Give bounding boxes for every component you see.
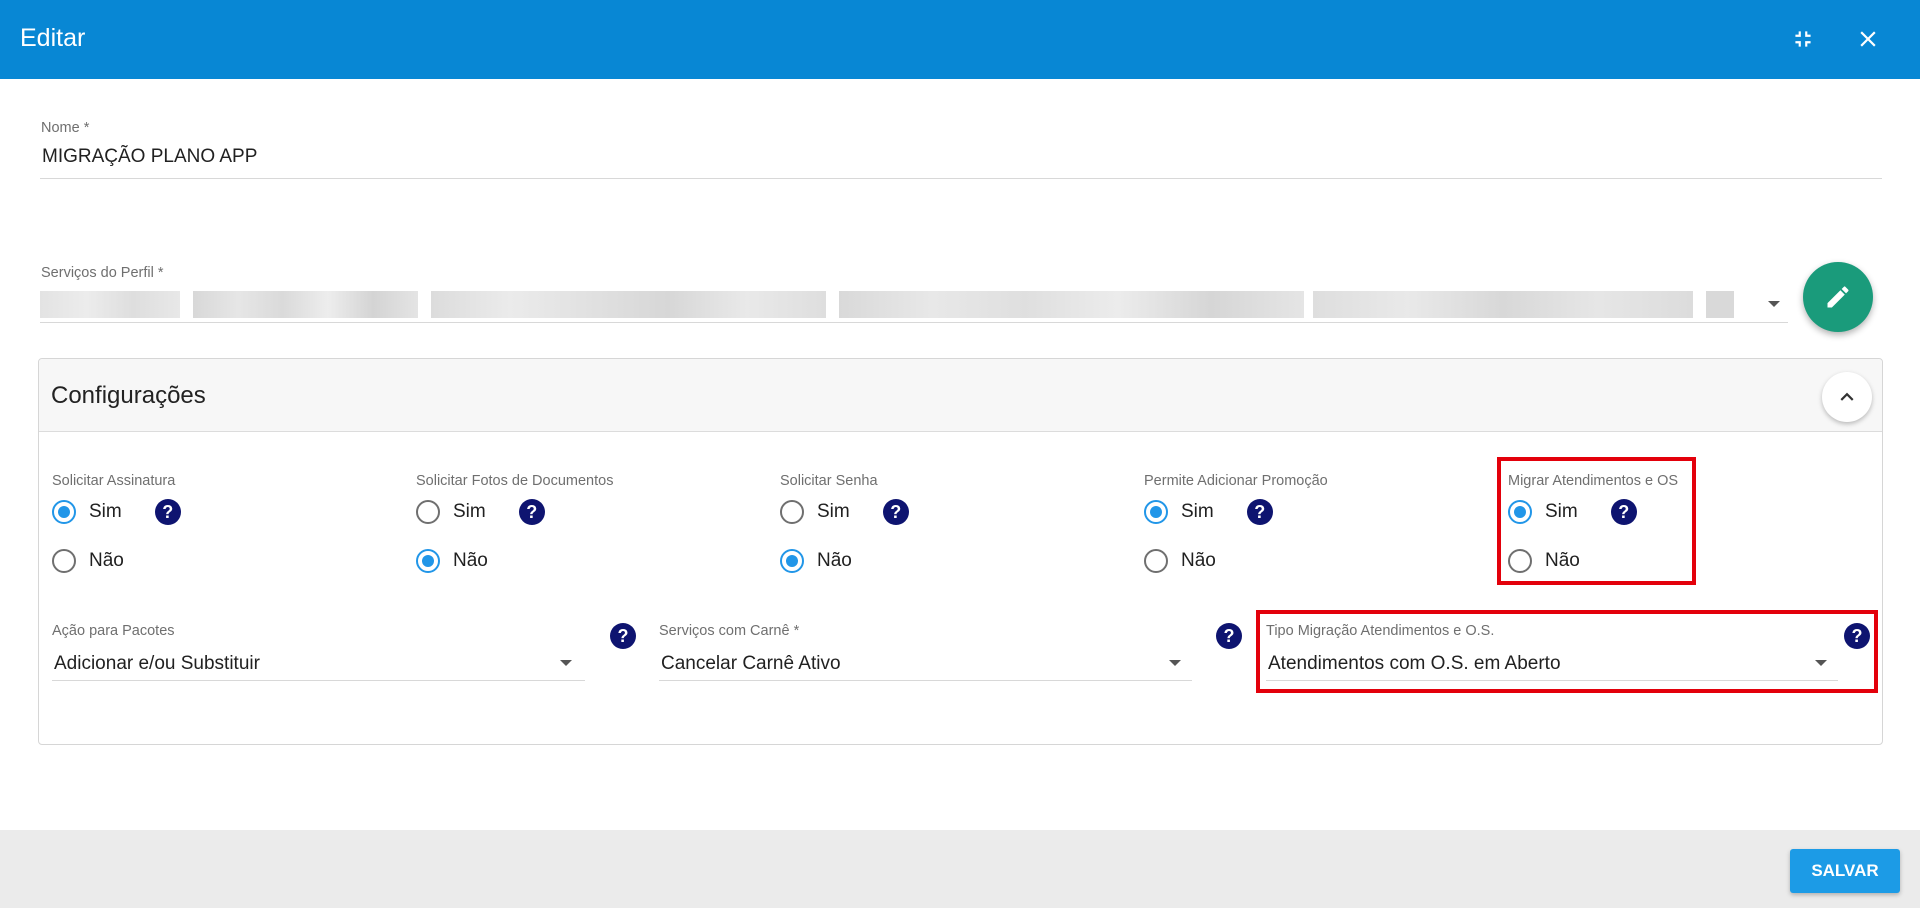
edit-servicos-button[interactable]	[1803, 262, 1873, 332]
highlight-migrar-atendimentos	[1497, 457, 1696, 585]
dialog-header: Editar	[0, 0, 1920, 79]
radio-option-sim[interactable]: Sim ?	[416, 499, 545, 525]
dialog-title: Editar	[20, 24, 86, 52]
radio-option-sim[interactable]: Sim ?	[1144, 499, 1273, 525]
help-icon[interactable]: ?	[882, 499, 909, 525]
select-label: Ação para Pacotes	[52, 623, 175, 639]
fullscreen-exit-icon	[1795, 31, 1811, 47]
radio-group-label: Solicitar Fotos de Documentos	[416, 473, 614, 489]
save-button[interactable]: SALVAR	[1790, 849, 1900, 893]
radio-button[interactable]	[1144, 549, 1168, 573]
radio-label: Sim	[453, 501, 486, 522]
close-icon	[1860, 31, 1876, 47]
select-underline	[52, 680, 585, 681]
dropdown-caret-icon[interactable]	[1169, 660, 1181, 666]
help-icon[interactable]: ?	[1246, 499, 1273, 525]
dialog-footer	[0, 830, 1920, 908]
highlight-tipo-migracao	[1256, 610, 1878, 693]
servicos-perfil-label: Serviços do Perfil *	[41, 265, 164, 281]
radio-button[interactable]	[1144, 500, 1168, 524]
nome-underline	[40, 178, 1882, 179]
configuracoes-header[interactable]: Configurações	[39, 359, 1882, 432]
nome-value[interactable]: MIGRAÇÃO PLANO APP	[42, 146, 257, 168]
radio-label: Sim	[817, 501, 850, 522]
help-icon[interactable]: ?	[610, 623, 636, 649]
radio-button[interactable]	[780, 549, 804, 573]
radio-button[interactable]	[52, 549, 76, 573]
configuracoes-title: Configurações	[51, 382, 206, 409]
select-acao-pacotes[interactable]: Ação para Pacotes Adicionar e/ou Substit…	[52, 623, 585, 681]
close-button[interactable]	[1851, 22, 1885, 56]
select-value[interactable]: Cancelar Carnê Ativo	[661, 653, 841, 675]
servicos-perfil-redacted-value[interactable]	[40, 291, 1763, 318]
servicos-perfil-dropdown-icon[interactable]	[1768, 301, 1780, 307]
minimize-button[interactable]	[1786, 22, 1820, 56]
radio-label: Não	[89, 550, 124, 571]
select-underline	[659, 680, 1192, 681]
radio-group-label: Solicitar Senha	[780, 473, 878, 489]
servicos-perfil-field[interactable]: Serviços do Perfil *	[41, 265, 164, 281]
select-value[interactable]: Adicionar e/ou Substituir	[54, 653, 260, 675]
select-servicos-carne[interactable]: Serviços com Carnê * Cancelar Carnê Ativ…	[659, 623, 1192, 681]
dropdown-caret-icon[interactable]	[560, 660, 572, 666]
radio-button[interactable]	[52, 500, 76, 524]
radio-label: Sim	[1181, 501, 1214, 522]
chevron-up-icon	[1840, 392, 1854, 401]
radio-label: Não	[1181, 550, 1216, 571]
radio-option-sim[interactable]: Sim ?	[52, 499, 181, 525]
pencil-icon	[1827, 286, 1849, 308]
nome-label: Nome *	[41, 120, 90, 136]
radio-option-sim[interactable]: Sim ?	[780, 499, 909, 525]
collapse-button[interactable]	[1822, 372, 1872, 422]
radio-label: Não	[453, 550, 488, 571]
help-icon[interactable]: ?	[518, 499, 545, 525]
radio-option-nao[interactable]: Não	[1144, 549, 1216, 573]
radio-group-label: Solicitar Assinatura	[52, 473, 176, 489]
radio-option-nao[interactable]: Não	[780, 549, 852, 573]
radio-button[interactable]	[780, 500, 804, 524]
radio-group-label: Permite Adicionar Promoção	[1144, 473, 1328, 489]
radio-label: Sim	[89, 501, 122, 522]
help-icon[interactable]: ?	[154, 499, 181, 525]
radio-option-nao[interactable]: Não	[416, 549, 488, 573]
nome-field[interactable]: Nome * MIGRAÇÃO PLANO APP	[41, 120, 257, 168]
radio-label: Não	[817, 550, 852, 571]
servicos-perfil-underline	[40, 322, 1788, 323]
help-icon[interactable]: ?	[1216, 623, 1242, 649]
select-label: Serviços com Carnê *	[659, 623, 800, 639]
radio-option-nao[interactable]: Não	[52, 549, 124, 573]
radio-button[interactable]	[416, 500, 440, 524]
radio-button[interactable]	[416, 549, 440, 573]
